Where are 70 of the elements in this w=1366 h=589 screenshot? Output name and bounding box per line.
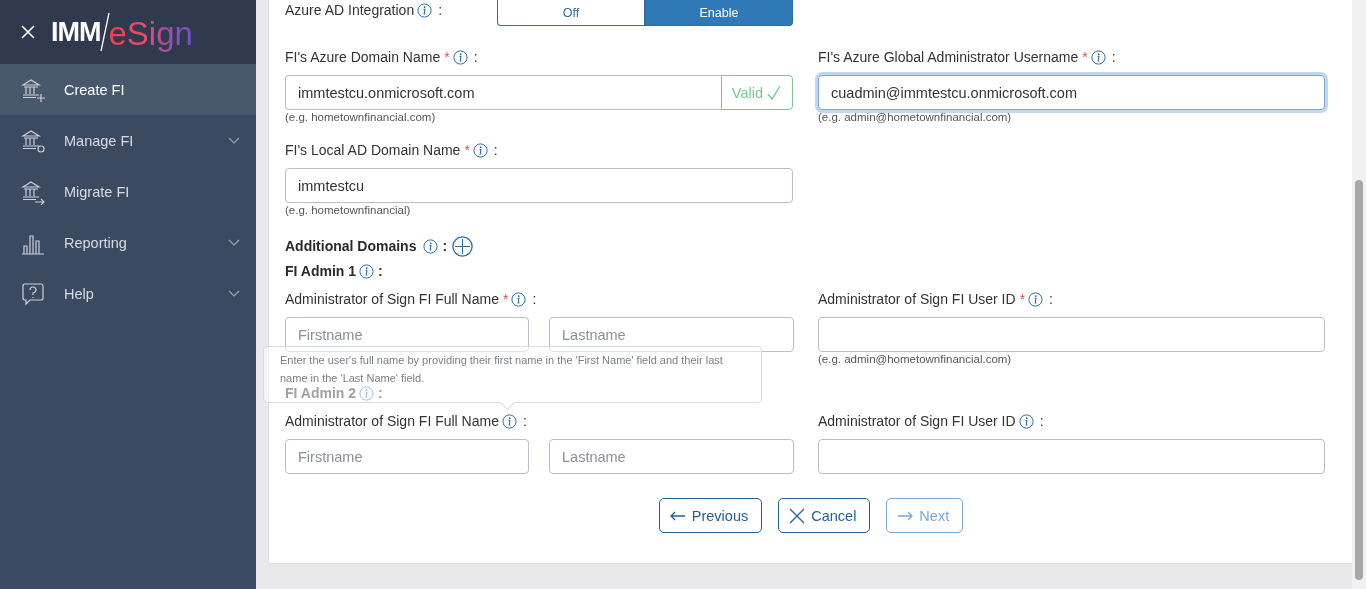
info-icon[interactable] (417, 2, 433, 18)
hint-text: (e.g. hometownfinancial) (285, 204, 412, 216)
add-icon[interactable] (452, 235, 474, 257)
input-field[interactable]: immtestcu (285, 168, 793, 203)
sidebar-item[interactable]: Migrate FI (0, 166, 256, 217)
close-icon (789, 507, 806, 524)
logo-text: IMM (51, 16, 101, 48)
input-field[interactable]: immtestcu.onmicrosoft.com (285, 75, 721, 110)
info-icon[interactable] (1018, 413, 1034, 429)
hint-text: (e.g. hometownfinancial.com) (285, 111, 437, 123)
sidebar-item[interactable]: Manage FI (0, 115, 256, 166)
user-id-field[interactable] (818, 317, 1325, 352)
field-label: Administrator of Sign FI Full Name (285, 413, 499, 429)
info-icon[interactable] (359, 263, 375, 279)
section-title: Additional Domains (285, 238, 417, 254)
field-label: Administrator of Sign FI Full Name (285, 291, 499, 307)
info-icon[interactable] (511, 291, 527, 307)
close-icon[interactable] (21, 25, 35, 39)
required-mark: * (464, 142, 470, 158)
colon: : (532, 291, 537, 307)
info-icon[interactable] (1028, 291, 1044, 307)
sidebar-item[interactable]: Create FI (0, 64, 256, 115)
colon: : (442, 238, 448, 254)
previous-button[interactable]: Previous (658, 498, 763, 533)
arrow-right-icon (897, 510, 914, 521)
section-title: FI Admin 1 (285, 263, 357, 279)
colon: : (493, 142, 498, 158)
last-name-field[interactable]: Lastname (549, 439, 794, 474)
required-mark: * (502, 291, 509, 307)
tooltip-text: Enter the user's full name by providing their first name in the 'First Name' field and their last name in the 'Last Name' field. (280, 353, 724, 386)
info-icon[interactable] (452, 49, 468, 65)
first-name-field[interactable]: Firstname (285, 439, 529, 474)
colon: : (378, 385, 383, 401)
input-field[interactable]: cuadmin@immtestcu.onmicrosoft.com (818, 75, 1325, 110)
first-name-field[interactable]: Firstname (285, 317, 529, 352)
colon: : (1039, 413, 1044, 429)
cancel-button[interactable]: Cancel (778, 498, 871, 533)
required-mark: * (1019, 291, 1026, 307)
valid-badge: Valid (720, 75, 793, 110)
user-id-field[interactable] (818, 439, 1325, 474)
required-mark: * (1082, 49, 1088, 65)
field-label: FI's Local AD Domain Name (285, 142, 461, 158)
last-name-field[interactable]: Lastname (549, 317, 794, 352)
field-label: Administrator of Sign FI User ID (818, 291, 1016, 307)
colon: : (522, 413, 527, 429)
hint-text: (e.g. admin@hometownfinancial.com) (818, 353, 1013, 365)
field-label: FI's Azure Domain Name (285, 49, 441, 65)
field-label: Administrator of Sign FI User ID (818, 413, 1016, 429)
info-icon[interactable] (423, 238, 439, 254)
logo-slash-icon (100, 12, 111, 52)
arrow-left-icon (669, 510, 686, 521)
help-icon (20, 280, 46, 307)
required-mark: * (444, 49, 450, 65)
colon: : (1111, 49, 1116, 65)
info-icon[interactable] (1090, 49, 1106, 65)
field-label: Azure AD Integration (285, 2, 415, 18)
sidebar-item[interactable]: Reporting (0, 217, 256, 268)
info-icon[interactable] (501, 413, 517, 429)
colon: : (378, 263, 383, 279)
field-label: FI's Azure Global Administrator Username (818, 49, 1079, 65)
toggle-option[interactable]: Off (497, 0, 645, 26)
scrollbar[interactable] (1352, 0, 1366, 589)
section-title: FI Admin 2 (285, 385, 357, 401)
hint-text: (e.g. admin@hometownfinancial.com) (818, 111, 1013, 123)
sidebar-item[interactable]: Help (0, 268, 256, 319)
toggle-option[interactable]: Enable (645, 0, 793, 26)
colon: : (438, 2, 443, 18)
info-icon[interactable] (472, 142, 488, 158)
colon: : (1049, 291, 1053, 307)
colon: : (473, 49, 478, 65)
